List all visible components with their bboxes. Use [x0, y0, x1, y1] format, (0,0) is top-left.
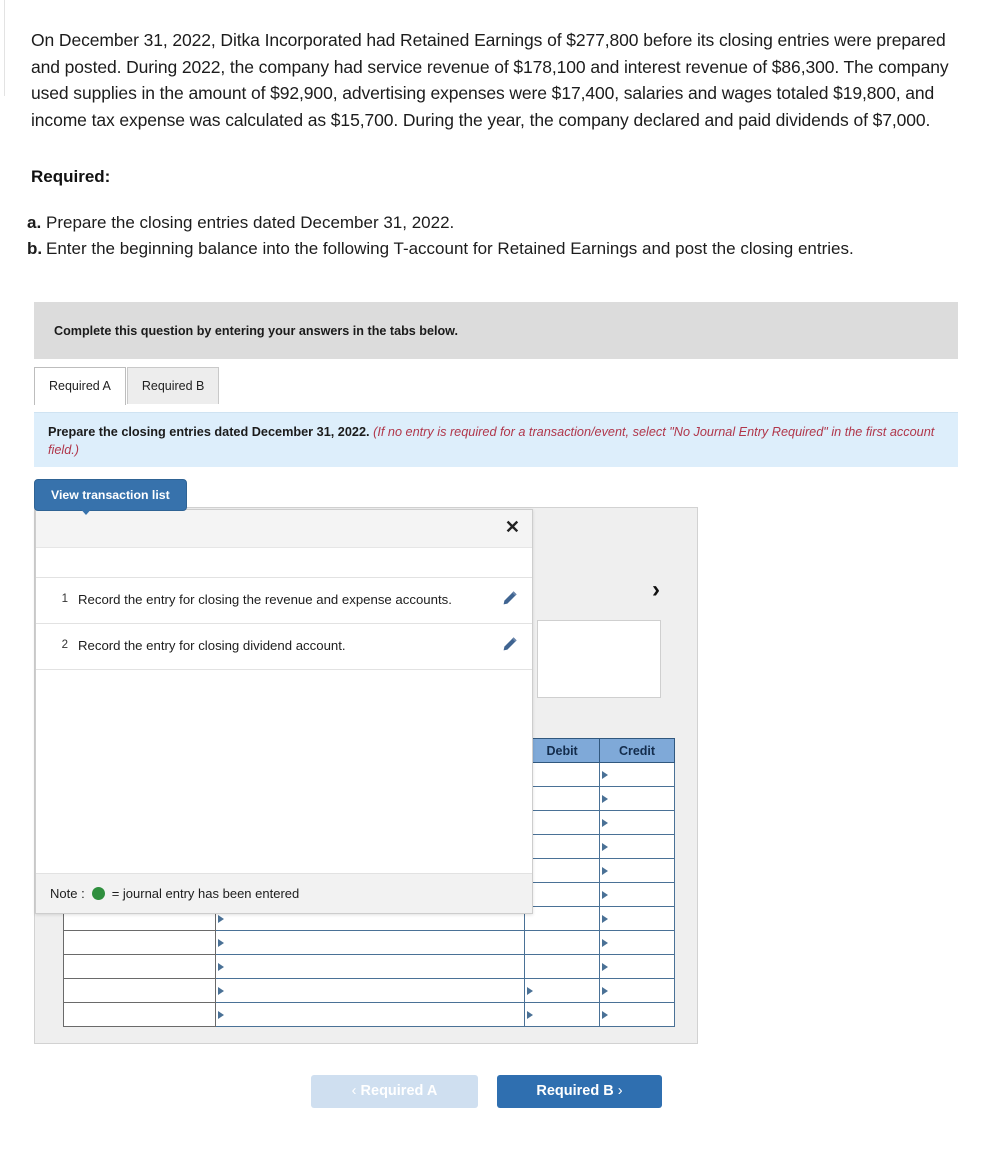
- instruction-bold-text: Prepare the closing entries dated Decemb…: [48, 425, 370, 439]
- caret-icon: [602, 962, 609, 971]
- journal-cell-debit[interactable]: [524, 978, 601, 1003]
- transaction-list-popup: ✕ 1 Record the entry for closing the rev…: [35, 509, 533, 914]
- instruction-panel: Prepare the closing entries dated Decemb…: [34, 412, 958, 467]
- required-item-b-letter: b.: [27, 239, 43, 258]
- requirement-tabs: Required A Required B: [34, 367, 220, 405]
- caret-icon: [217, 986, 224, 995]
- required-items: a. Prepare the closing entries dated Dec…: [27, 210, 937, 262]
- list-item[interactable]: 1 Record the entry for closing the reven…: [36, 577, 532, 624]
- prev-requirement-label: Required A: [360, 1083, 438, 1099]
- list-item[interactable]: 2 Record the entry for closing dividend …: [36, 624, 532, 670]
- next-requirement-label: Required B: [536, 1083, 614, 1099]
- transaction-description: Record the entry for closing dividend ac…: [78, 638, 346, 653]
- journal-cell-credit[interactable]: [599, 786, 675, 811]
- journal-cell-debit[interactable]: [524, 954, 601, 979]
- journal-cell-credit[interactable]: [599, 954, 675, 979]
- transaction-list-body: 1 Record the entry for closing the reven…: [36, 577, 532, 670]
- journal-cell-credit[interactable]: [599, 930, 675, 955]
- caret-icon: [527, 1010, 534, 1019]
- caret-icon: [602, 914, 609, 923]
- tab-required-b[interactable]: Required B: [126, 367, 220, 404]
- caret-icon: [602, 986, 609, 995]
- journal-cell-debit[interactable]: [524, 762, 601, 787]
- caret-icon: [602, 890, 609, 899]
- caret-icon: [602, 770, 609, 779]
- popup-pointer-triangle: [78, 506, 94, 515]
- instruction-line: Prepare the closing entries dated Decemb…: [48, 424, 944, 459]
- table-row[interactable]: [63, 978, 675, 1003]
- caret-icon: [602, 818, 609, 827]
- caret-icon: [602, 1010, 609, 1019]
- required-item-a-letter: a.: [27, 213, 42, 232]
- page-left-edge: [4, 0, 5, 96]
- prev-requirement-button[interactable]: ‹ Required A: [311, 1075, 478, 1108]
- journal-cell-credit[interactable]: [599, 906, 675, 931]
- note-suffix-label: = journal entry has been entered: [111, 886, 300, 901]
- journal-cell-credit[interactable]: [599, 882, 675, 907]
- journal-cell-credit[interactable]: [599, 834, 675, 859]
- journal-cell-date[interactable]: [63, 930, 216, 955]
- view-transaction-list-button[interactable]: View transaction list: [34, 479, 187, 512]
- caret-icon: [217, 914, 224, 923]
- transaction-number: 1: [61, 593, 68, 605]
- required-item-b-text: Enter the beginning balance into the fol…: [46, 239, 854, 258]
- journal-cell-credit[interactable]: [599, 810, 675, 835]
- table-row[interactable]: [63, 1002, 675, 1027]
- caret-icon: [602, 842, 609, 851]
- complete-question-banner: Complete this question by entering your …: [34, 302, 958, 359]
- journal-cell-debit[interactable]: [524, 882, 601, 907]
- caret-icon: [217, 938, 224, 947]
- pencil-icon[interactable]: [488, 590, 532, 611]
- note-prefix-label: Note :: [50, 886, 85, 901]
- problem-statement: On December 31, 2022, Ditka Incorporated…: [31, 30, 949, 130]
- journal-cell-credit[interactable]: [599, 978, 675, 1003]
- journal-cell-debit[interactable]: [524, 858, 601, 883]
- required-item-a: a. Prepare the closing entries dated Dec…: [27, 210, 937, 235]
- journal-cell-credit[interactable]: [599, 762, 675, 787]
- transaction-description: Record the entry for closing the revenue…: [78, 592, 452, 607]
- journal-cell-debit[interactable]: [524, 1002, 601, 1027]
- close-icon[interactable]: ✕: [505, 518, 520, 536]
- next-requirement-button[interactable]: Required B ›: [497, 1075, 662, 1108]
- journal-cell-credit[interactable]: [599, 858, 675, 883]
- chevron-right-icon: ›: [617, 1083, 623, 1099]
- table-row[interactable]: [63, 954, 675, 979]
- journal-cell-debit[interactable]: [524, 786, 601, 811]
- complete-question-text: Complete this question by entering your …: [54, 323, 458, 338]
- journal-col-debit-header: Debit: [524, 738, 601, 763]
- transaction-number: 2: [61, 639, 68, 651]
- journal-cell-debit[interactable]: [524, 906, 601, 931]
- journal-cell-debit[interactable]: [524, 834, 601, 859]
- journal-cell-account[interactable]: [214, 1002, 526, 1027]
- journal-cell-date[interactable]: [63, 954, 216, 979]
- green-dot-icon: [91, 887, 105, 900]
- journal-cell-credit[interactable]: [599, 1002, 675, 1027]
- chevron-right-icon[interactable]: ›: [652, 578, 660, 602]
- pencil-icon[interactable]: [488, 636, 532, 657]
- journal-cell-date[interactable]: [63, 1002, 216, 1027]
- caret-icon: [527, 986, 534, 995]
- journal-cell-debit[interactable]: [524, 930, 601, 955]
- required-item-b: b. Enter the beginning balance into the …: [27, 236, 937, 261]
- required-heading: Required:: [31, 167, 111, 186]
- journal-col-credit-header: Credit: [599, 738, 675, 763]
- table-row[interactable]: [63, 930, 675, 955]
- chevron-left-icon: ‹: [351, 1083, 357, 1099]
- tab-required-a[interactable]: Required A: [34, 367, 126, 405]
- journal-cell-account[interactable]: [214, 954, 526, 979]
- journal-account-dropdown-box[interactable]: [537, 620, 661, 698]
- required-item-a-text: Prepare the closing entries dated Decemb…: [46, 213, 455, 232]
- caret-icon: [602, 794, 609, 803]
- journal-cell-account[interactable]: [214, 930, 526, 955]
- caret-icon: [602, 938, 609, 947]
- journal-cell-date[interactable]: [63, 978, 216, 1003]
- transaction-list-popup-header: ✕: [36, 510, 532, 548]
- view-transaction-list-wrapper: View transaction list: [34, 479, 187, 515]
- journal-cell-debit[interactable]: [524, 810, 601, 835]
- caret-icon: [217, 1010, 224, 1019]
- journal-cell-account[interactable]: [214, 978, 526, 1003]
- caret-icon: [602, 866, 609, 875]
- transaction-list-note: Note : = journal entry has been entered: [36, 873, 532, 913]
- caret-icon: [217, 962, 224, 971]
